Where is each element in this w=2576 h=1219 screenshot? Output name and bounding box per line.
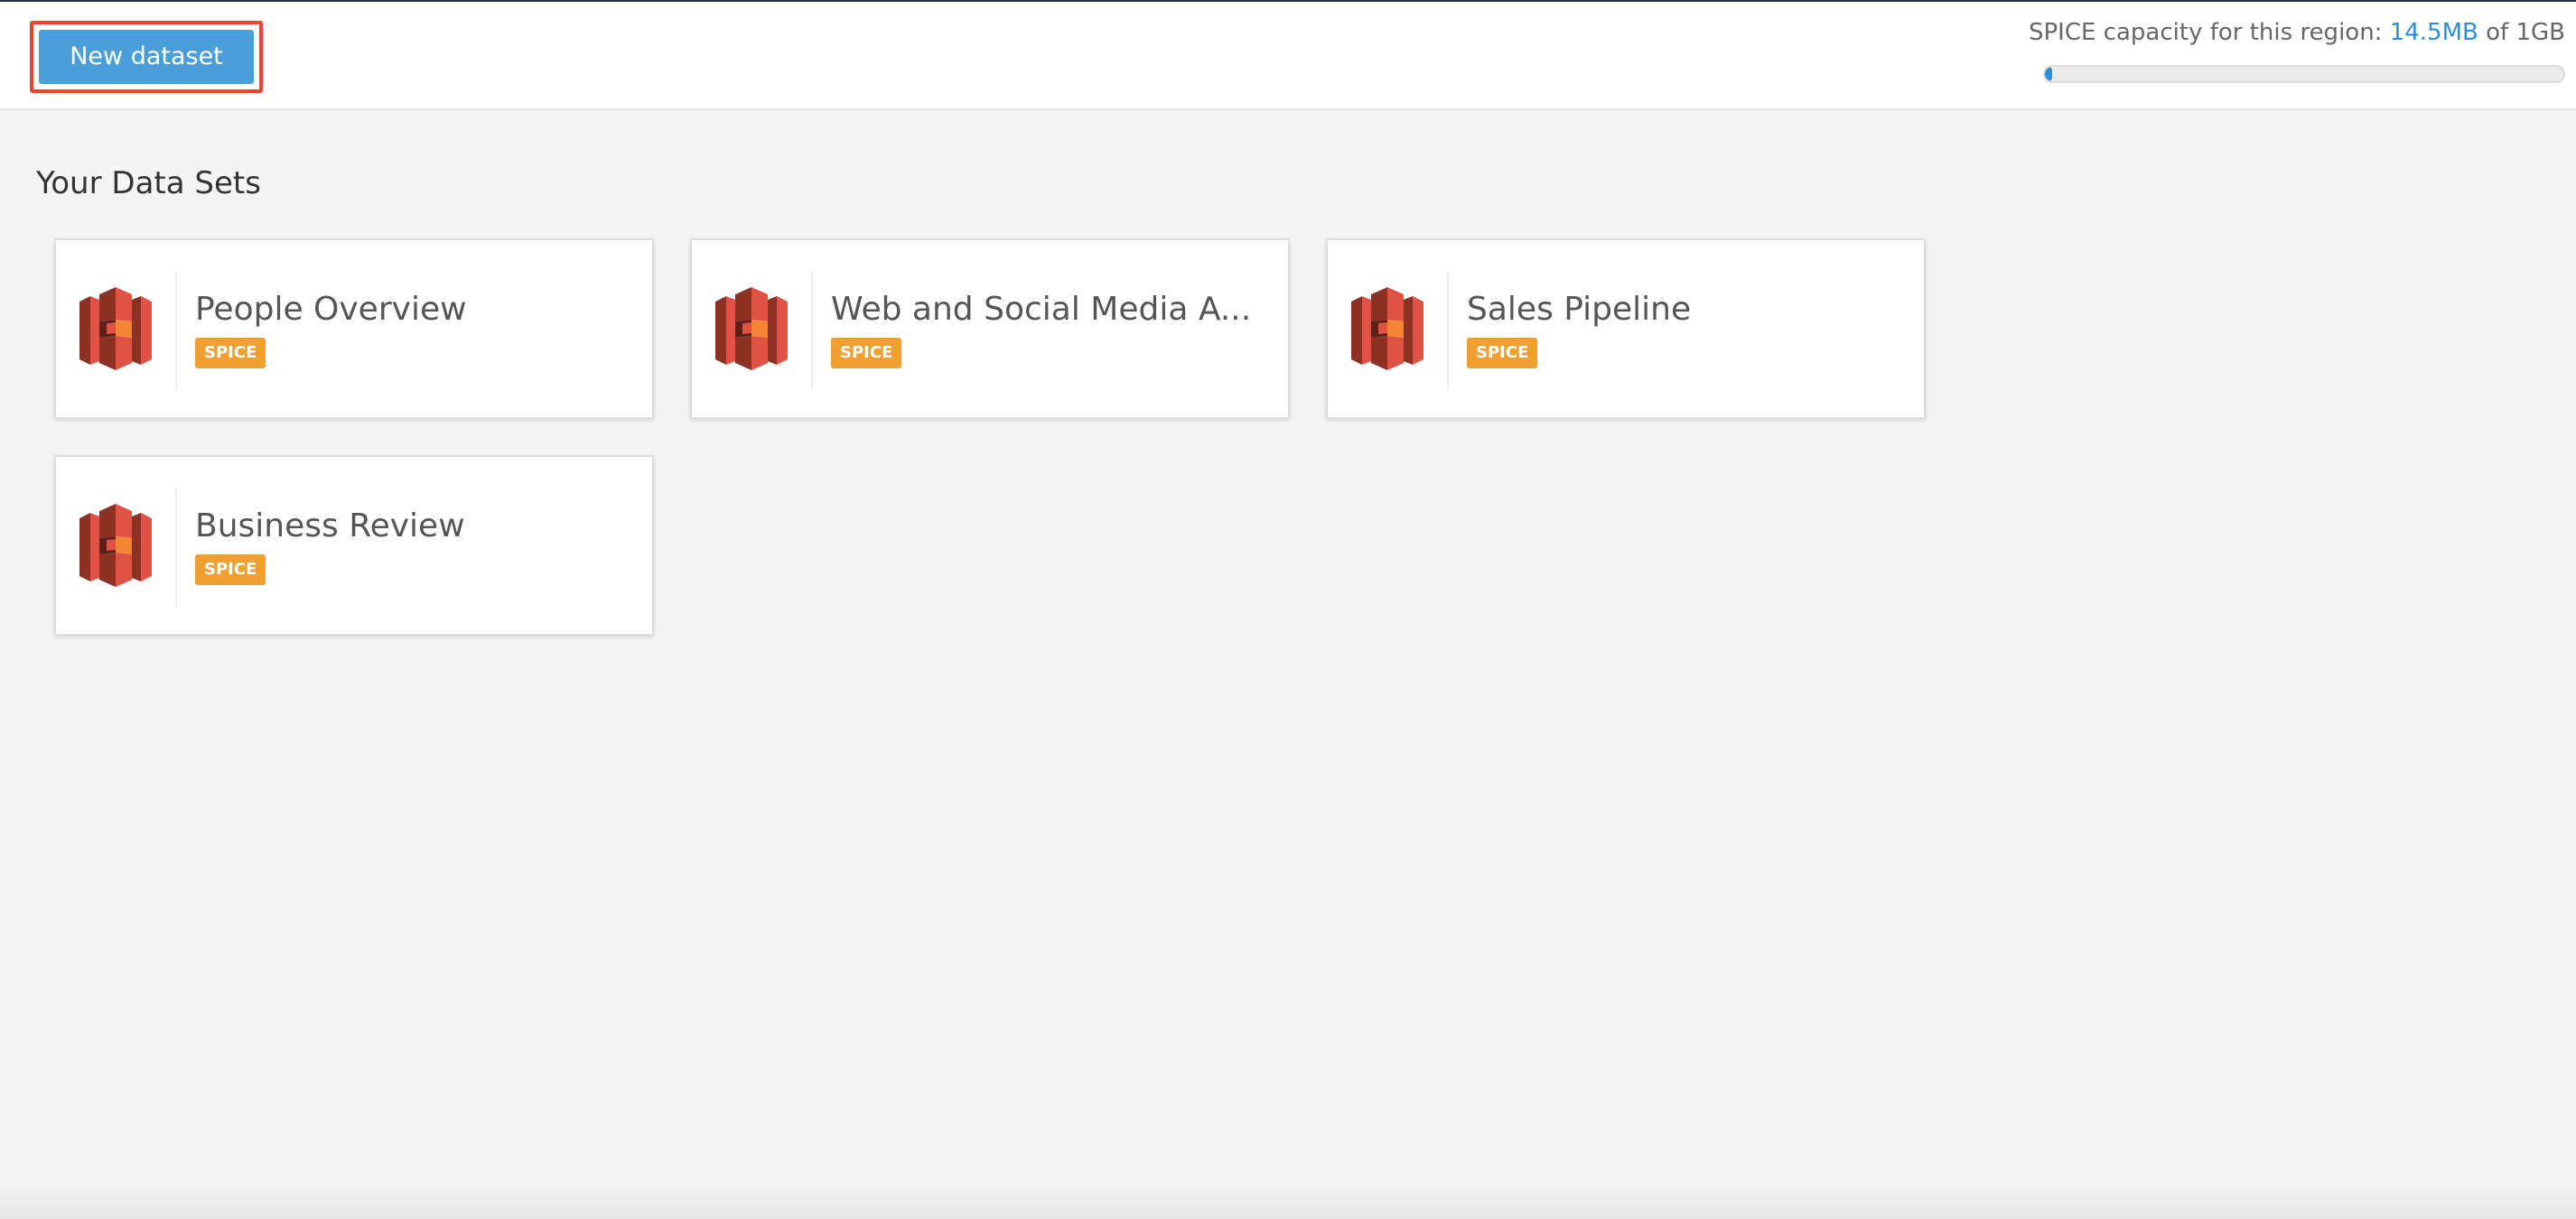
dataset-card-business-review[interactable]: Business Review SPICE — [54, 455, 654, 636]
s3-bucket-icon — [79, 284, 152, 374]
spice-capacity-text: SPICE capacity for this region: 14.5MB o… — [2029, 14, 2565, 51]
card-divider — [175, 488, 177, 607]
new-dataset-button[interactable]: New dataset — [39, 30, 254, 84]
s3-bucket-icon — [715, 284, 788, 374]
dataset-name: Web and Social Media A... — [831, 291, 1252, 328]
spice-badge: SPICE — [1467, 338, 1538, 368]
section-title: Your Data Sets — [36, 165, 261, 201]
toolbar: New dataset SPICE capacity for this regi… — [0, 2, 2576, 110]
card-divider — [1447, 271, 1449, 390]
spice-capacity: SPICE capacity for this region: 14.5MB o… — [2023, 14, 2565, 96]
dataset-card-web-and-social-media[interactable]: Web and Social Media A... SPICE — [690, 238, 1290, 419]
dataset-name: Business Review — [195, 507, 465, 544]
dataset-name: Sales Pipeline — [1467, 291, 1692, 328]
dataset-name: People Overview — [195, 291, 467, 328]
spice-capacity-used: 14.5MB — [2389, 19, 2478, 46]
spice-capacity-separator: of — [2478, 19, 2516, 46]
spice-badge: SPICE — [195, 338, 266, 368]
spice-capacity-total: 1GB — [2515, 19, 2565, 46]
spice-capacity-bar — [2043, 65, 2565, 83]
new-dataset-button-highlight: New dataset — [30, 21, 263, 93]
bottom-shadow — [0, 1183, 2576, 1219]
dataset-card-people-overview[interactable]: People Overview SPICE — [54, 238, 654, 419]
card-divider — [175, 271, 177, 390]
spice-badge: SPICE — [195, 554, 266, 585]
dataset-card-sales-pipeline[interactable]: Sales Pipeline SPICE — [1326, 238, 1926, 419]
spice-capacity-bar-fill — [2045, 67, 2053, 81]
spice-capacity-label: SPICE capacity for this region: — [2029, 19, 2390, 46]
s3-bucket-icon — [79, 500, 152, 591]
spice-badge: SPICE — [831, 338, 902, 368]
s3-bucket-icon — [1351, 284, 1423, 374]
card-divider — [811, 271, 813, 390]
